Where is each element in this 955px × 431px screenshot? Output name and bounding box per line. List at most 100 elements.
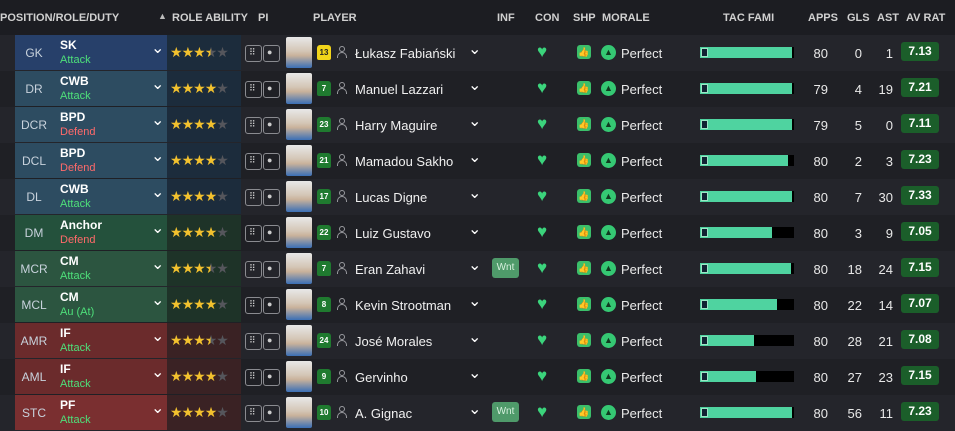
role-dropdown-chevron-icon[interactable]: ⌄ [151,254,164,274]
player-instructions[interactable]: ⠿ ● [245,153,281,171]
player-dropdown-chevron-icon[interactable]: ⌄ [468,75,481,95]
player-role-icon[interactable]: ● [263,405,280,422]
player-photo[interactable] [286,397,312,428]
player-name[interactable]: José Morales [355,334,432,349]
role-dropdown-chevron-icon[interactable]: ⌄ [151,362,164,382]
player-instructions[interactable]: ⠿ ● [245,45,281,63]
instructions-icon[interactable]: ⠿ [245,117,262,134]
header-pi[interactable]: PI [258,12,268,24]
header-role-ability[interactable]: ROLE ABILITY [172,12,248,24]
player-role-icon[interactable]: ● [263,369,280,386]
player-photo[interactable] [286,145,312,176]
position-cell[interactable]: DL CWB Attack ⌄ [15,179,167,214]
table-row[interactable]: STC PF Attack ⌄ ★★★★★ ⠿ ● 10 A. Gignac ⌄ Wnt ♥ 👍 ▲ Per… [0,395,955,431]
player-instructions[interactable]: ⠿ ● [245,189,281,207]
position-cell[interactable]: MCL CM Au (At) ⌄ [15,287,167,322]
role-dropdown-chevron-icon[interactable]: ⌄ [151,398,164,418]
player-photo[interactable] [286,289,312,320]
player-instructions[interactable]: ⠿ ● [245,81,281,99]
table-row[interactable]: DL CWB Attack ⌄ ★★★★★ ⠿ ● 17 Lucas Digne ⌄ ♥ 👍 ▲ Perf… [0,179,955,215]
header-gls[interactable]: GLS [847,12,870,24]
instructions-icon[interactable]: ⠿ [245,81,262,98]
instructions-icon[interactable]: ⠿ [245,369,262,386]
position-cell[interactable]: DR CWB Attack ⌄ [15,71,167,106]
player-photo[interactable] [286,325,312,356]
role-dropdown-chevron-icon[interactable]: ⌄ [151,326,164,346]
player-photo[interactable] [286,37,312,68]
header-apps[interactable]: APPS [808,12,838,24]
player-name[interactable]: Luiz Gustavo [355,226,431,241]
player-instructions[interactable]: ⠿ ● [245,117,281,135]
header-ast[interactable]: AST [877,12,899,24]
player-dropdown-chevron-icon[interactable]: ⌄ [468,291,481,311]
table-row[interactable]: DCL BPD Defend ⌄ ★★★★★ ⠿ ● 21 Mamadou Sakho ⌄ ♥ 👍 ▲ P… [0,143,955,179]
player-dropdown-chevron-icon[interactable]: ⌄ [468,111,481,131]
instructions-icon[interactable]: ⠿ [245,153,262,170]
player-role-icon[interactable]: ● [263,45,280,62]
player-role-icon[interactable]: ● [263,153,280,170]
table-row[interactable]: DM Anchor Defend ⌄ ★★★★★ ⠿ ● 22 Luiz Gustavo ⌄ ♥ 👍 ▲… [0,215,955,251]
table-row[interactable]: MCR CM Attack ⌄ ★★★★★ ⠿ ● 7 Eran Zahavi ⌄ Wnt ♥ 👍 ▲ Pe… [0,251,955,287]
player-photo[interactable] [286,361,312,392]
sort-ascending-icon[interactable]: ▲ [158,11,167,21]
player-dropdown-chevron-icon[interactable]: ⌄ [468,255,481,275]
player-name[interactable]: Mamadou Sakho [355,154,453,169]
header-position[interactable]: POSITION/ROLE/DUTY [0,12,119,24]
player-role-icon[interactable]: ● [263,81,280,98]
player-dropdown-chevron-icon[interactable]: ⌄ [468,147,481,167]
position-cell[interactable]: MCR CM Attack ⌄ [15,251,167,286]
instructions-icon[interactable]: ⠿ [245,189,262,206]
player-photo[interactable] [286,217,312,248]
player-role-icon[interactable]: ● [263,333,280,350]
role-dropdown-chevron-icon[interactable]: ⌄ [151,146,164,166]
header-av-rat[interactable]: AV RAT [906,12,945,24]
player-name[interactable]: Łukasz Fabiański [355,46,455,61]
table-row[interactable]: AMR IF Attack ⌄ ★★★★★ ⠿ ● 24 José Morales ⌄ ♥ 👍 ▲ Per… [0,323,955,359]
role-dropdown-chevron-icon[interactable]: ⌄ [151,110,164,130]
position-cell[interactable]: DCL BPD Defend ⌄ [15,143,167,178]
role-dropdown-chevron-icon[interactable]: ⌄ [151,74,164,94]
player-dropdown-chevron-icon[interactable]: ⌄ [468,183,481,203]
player-dropdown-chevron-icon[interactable]: ⌄ [468,327,481,347]
player-photo[interactable] [286,181,312,212]
player-instructions[interactable]: ⠿ ● [245,369,281,387]
position-cell[interactable]: GK SK Attack ⌄ [15,35,167,70]
player-role-icon[interactable]: ● [263,297,280,314]
player-dropdown-chevron-icon[interactable]: ⌄ [468,219,481,239]
player-instructions[interactable]: ⠿ ● [245,297,281,315]
player-name[interactable]: Harry Maguire [355,118,437,133]
header-inf[interactable]: INF [497,12,515,24]
table-row[interactable]: AML IF Attack ⌄ ★★★★★ ⠿ ● 9 Gervinho ⌄ ♥ 👍 ▲ Perfect 8… [0,359,955,395]
player-name[interactable]: Gervinho [355,370,408,385]
instructions-icon[interactable]: ⠿ [245,333,262,350]
header-shp[interactable]: SHP [573,12,596,24]
instructions-icon[interactable]: ⠿ [245,225,262,242]
player-dropdown-chevron-icon[interactable]: ⌄ [468,399,481,419]
player-name[interactable]: Kevin Strootman [355,298,451,313]
table-row[interactable]: MCL CM Au (At) ⌄ ★★★★★ ⠿ ● 8 Kevin Strootman ⌄ ♥ 👍 ▲… [0,287,955,323]
player-name[interactable]: Lucas Digne [355,190,427,205]
player-role-icon[interactable]: ● [263,261,280,278]
player-instructions[interactable]: ⠿ ● [245,261,281,279]
table-row[interactable]: GK SK Attack ⌄ ★★★★★ ⠿ ● 13 Łukasz Fabiański ⌄ ♥ 👍 ▲… [0,35,955,71]
table-row[interactable]: DCR BPD Defend ⌄ ★★★★★ ⠿ ● 23 Harry Maguire ⌄ ♥ 👍 ▲ P… [0,107,955,143]
player-instructions[interactable]: ⠿ ● [245,225,281,243]
player-name[interactable]: A. Gignac [355,406,412,421]
player-instructions[interactable]: ⠿ ● [245,405,281,423]
position-cell[interactable]: AML IF Attack ⌄ [15,359,167,394]
player-dropdown-chevron-icon[interactable]: ⌄ [468,39,481,59]
role-dropdown-chevron-icon[interactable]: ⌄ [151,218,164,238]
role-dropdown-chevron-icon[interactable]: ⌄ [151,38,164,58]
player-dropdown-chevron-icon[interactable]: ⌄ [468,363,481,383]
player-role-icon[interactable]: ● [263,189,280,206]
role-dropdown-chevron-icon[interactable]: ⌄ [151,290,164,310]
position-cell[interactable]: AMR IF Attack ⌄ [15,323,167,358]
player-role-icon[interactable]: ● [263,117,280,134]
player-name[interactable]: Eran Zahavi [355,262,425,277]
player-instructions[interactable]: ⠿ ● [245,333,281,351]
player-photo[interactable] [286,253,312,284]
header-player[interactable]: PLAYER [313,12,357,24]
header-con[interactable]: CON [535,12,559,24]
position-cell[interactable]: STC PF Attack ⌄ [15,395,167,430]
table-row[interactable]: DR CWB Attack ⌄ ★★★★★ ⠿ ● 7 Manuel Lazzari ⌄ ♥ 👍 ▲ Pe… [0,71,955,107]
